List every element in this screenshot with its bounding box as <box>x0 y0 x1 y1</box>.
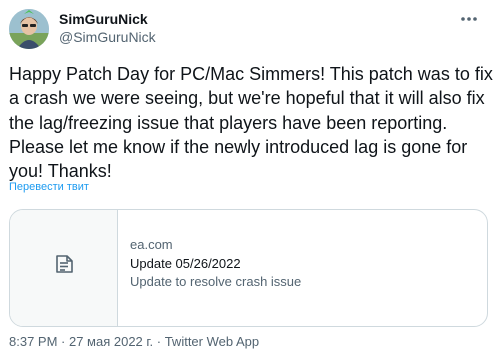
display-name[interactable]: SimGuruNick <box>59 11 148 27</box>
link-card[interactable]: ea.com Update 05/26/2022 Update to resol… <box>9 209 488 327</box>
translate-tweet-link[interactable]: Перевести твит <box>9 181 89 193</box>
avatar[interactable] <box>9 9 49 49</box>
tweet-timestamp[interactable]: 8:37 PM · 27 мая 2022 г. · Twitter Web A… <box>9 334 259 349</box>
card-domain: ea.com <box>130 237 173 252</box>
card-thumbnail <box>10 210 118 326</box>
avatar-image <box>9 9 49 49</box>
card-description: Update to resolve crash issue <box>130 274 302 289</box>
card-title: Update 05/26/2022 <box>130 256 241 271</box>
more-horizontal-icon[interactable] <box>457 12 481 26</box>
document-icon <box>52 252 76 281</box>
user-handle[interactable]: @SimGuruNick <box>59 29 156 45</box>
tweet-text: Happy Patch Day for PC/Mac Simmers! This… <box>9 64 493 182</box>
